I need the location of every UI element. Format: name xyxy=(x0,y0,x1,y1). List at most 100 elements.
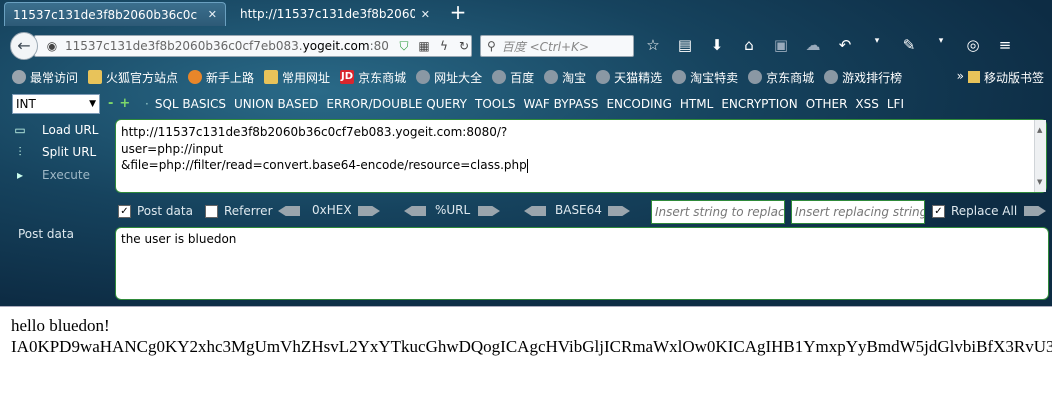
folder-icon xyxy=(967,71,980,83)
replace-arrow-icon[interactable] xyxy=(1024,206,1046,216)
menu-html[interactable]: HTML xyxy=(680,97,713,111)
type-select[interactable]: INT ▼ xyxy=(12,94,100,114)
close-icon[interactable]: ✕ xyxy=(208,8,217,21)
globe-icon xyxy=(492,70,507,84)
url-decode-arrow-icon[interactable] xyxy=(404,206,426,216)
tools-icon[interactable]: ✎ xyxy=(900,36,918,54)
close-icon[interactable]: ✕ xyxy=(421,8,430,21)
hex-label: 0xHEX xyxy=(312,203,352,217)
replace-all-checkbox[interactable]: ✓ Replace All xyxy=(932,204,1017,218)
page-content: hello bluedon! IA0KPD9waHANCg0KY2xhc3MgU… xyxy=(0,306,1052,410)
bookmark-item[interactable]: 京东商城 xyxy=(748,69,814,86)
addon-icon[interactable]: ◎ xyxy=(964,36,982,54)
shield-icon[interactable]: ⛉ xyxy=(397,39,411,53)
gear-icon xyxy=(12,70,26,84)
url-line: &file=php://filter/read=convert.base64-e… xyxy=(121,158,528,173)
new-tab-button[interactable]: + xyxy=(446,2,470,24)
tab-strip: 11537c131de3f8b2060b36c0c ✕ http://11537… xyxy=(0,0,1052,26)
url-line: user=php://input xyxy=(121,141,224,156)
hex-decode-arrow-icon[interactable] xyxy=(278,206,300,216)
menu-waf-bypass[interactable]: WAF BYPASS xyxy=(524,97,599,111)
bookmark-item[interactable]: 常用网址 xyxy=(264,69,330,86)
star-icon[interactable]: ☆ xyxy=(644,36,662,54)
bookmark-item[interactable]: JD 京东商城 xyxy=(340,69,406,86)
bookmark-item[interactable]: 天猫精选 xyxy=(596,69,662,86)
globe-icon xyxy=(596,70,611,84)
folder-icon xyxy=(88,70,103,84)
url-text[interactable]: 11537c131de3f8b2060b36c0cf7eb083.yogeit.… xyxy=(65,39,391,53)
base64-encode-arrow-icon[interactable] xyxy=(608,206,630,216)
globe-icon xyxy=(416,70,431,84)
menu-encoding[interactable]: ENCODING xyxy=(606,97,671,111)
bookmark-item[interactable]: 新手上路 xyxy=(188,69,254,86)
search-placeholder: 百度 <Ctrl+K> xyxy=(501,39,589,54)
split-icon: ⫶ xyxy=(18,145,22,159)
download-icon[interactable]: ⬇ xyxy=(708,36,726,54)
scroll-up-icon[interactable]: ▲ xyxy=(1037,122,1042,139)
menu-icon[interactable]: ≡ xyxy=(996,36,1014,54)
cloud-icon[interactable]: ☁ xyxy=(804,36,822,54)
bookmark-item[interactable]: 百度 xyxy=(492,69,534,86)
tab-active[interactable]: 11537c131de3f8b2060b36c0c ✕ xyxy=(4,2,226,26)
lightning-icon[interactable]: ϟ xyxy=(437,39,451,53)
bookmark-item[interactable]: 淘宝特卖 xyxy=(672,69,738,86)
base64-decode-arrow-icon[interactable] xyxy=(524,206,546,216)
output-base64: IA0KPD9waHANCg0KY2xhc3MgUmVhZHsvL2YxYTku… xyxy=(11,337,1052,356)
chevron-down-icon: ▼ xyxy=(89,99,96,109)
menu-lfi[interactable]: LFI xyxy=(887,97,904,111)
menu-union-based[interactable]: UNION BASED xyxy=(234,97,318,111)
post-data-textarea[interactable]: the user is bluedon xyxy=(115,227,1049,300)
bookmark-item[interactable]: 网址大全 xyxy=(416,69,482,86)
menu-other[interactable]: OTHER xyxy=(806,97,848,111)
execute-button[interactable]: ▸ Execute xyxy=(12,167,90,183)
globe-icon: ◉ xyxy=(46,39,58,53)
hex-encode-arrow-icon[interactable] xyxy=(358,206,380,216)
tab-inactive[interactable]: http://11537c131de3f8b2060l ✕ xyxy=(232,2,438,26)
url-encode-arrow-icon[interactable] xyxy=(478,206,500,216)
globe-icon xyxy=(672,70,687,84)
search-icon: ⚲ xyxy=(487,39,496,53)
folder-icon xyxy=(264,70,279,84)
play-icon: ▸ xyxy=(16,168,24,182)
qr-code-icon[interactable]: ▦ xyxy=(417,39,431,53)
dropdown-icon[interactable]: ▾ xyxy=(932,36,950,54)
url-textarea[interactable]: http://11537c131de3f8b2060b36c0cf7eb083.… xyxy=(115,119,1047,193)
increment-decrement-buttons[interactable]: -+ xyxy=(108,96,136,111)
chevron-right-icon[interactable]: » xyxy=(957,69,964,86)
bookmark-item[interactable]: 淘宝 xyxy=(544,69,586,86)
dropdown-icon[interactable]: ▾ xyxy=(868,36,886,54)
bookmark-item[interactable]: 游戏排行榜 xyxy=(824,69,902,86)
bookmark-item[interactable]: 最常访问 xyxy=(12,69,78,86)
post-data-checkbox[interactable]: ✓ Post data xyxy=(118,204,193,218)
replace-with-input[interactable]: Insert replacing string xyxy=(791,200,925,224)
load-url-button[interactable]: ▭ Load URL xyxy=(12,122,98,138)
menu-tools[interactable]: TOOLS xyxy=(475,97,516,111)
undo-icon[interactable]: ↶ xyxy=(836,36,854,54)
reload-icon[interactable]: ↻ xyxy=(457,39,471,53)
scroll-down-icon[interactable]: ▼ xyxy=(1037,174,1042,191)
hackbar-menu: INT ▼ -+ · SQL BASICS UNION BASED ERROR/… xyxy=(0,92,1052,118)
replace-search-input[interactable]: Insert string to replace xyxy=(651,200,785,224)
menu-encryption[interactable]: ENCRYPTION xyxy=(721,97,797,111)
menu-error-double-query[interactable]: ERROR/DOUBLE QUERY xyxy=(326,97,467,111)
globe-icon xyxy=(824,70,839,84)
scrollbar[interactable]: ▲ ▼ xyxy=(1034,120,1046,192)
referrer-checkbox[interactable]: Referrer xyxy=(205,204,273,218)
search-input[interactable]: ⚲ 百度 <Ctrl+K> xyxy=(480,35,634,57)
post-data-label: Post data xyxy=(18,227,74,241)
mobile-bookmarks-link[interactable]: 移动版书签 xyxy=(984,69,1044,86)
menu-sql-basics[interactable]: SQL BASICS xyxy=(155,97,226,111)
url-line: http://11537c131de3f8b2060b36c0cf7eb083.… xyxy=(121,125,508,139)
reading-list-icon[interactable]: ▤ xyxy=(676,36,694,54)
url-bar[interactable]: ◉ 11537c131de3f8b2060b36c0cf7eb083.yogei… xyxy=(34,35,472,57)
bookmarks-overflow: » 移动版书签 xyxy=(957,69,1044,86)
bookmark-item[interactable]: 火狐官方站点 xyxy=(88,69,178,86)
output-line: hello bluedon! xyxy=(11,316,110,335)
base64-label: BASE64 xyxy=(555,203,602,217)
menu-xss[interactable]: XSS xyxy=(855,97,878,111)
extension-icon[interactable]: ▣ xyxy=(772,36,790,54)
split-url-button[interactable]: ⫶ Split URL xyxy=(12,144,96,160)
home-icon[interactable]: ⌂ xyxy=(740,36,758,54)
back-button[interactable]: ← xyxy=(10,32,38,60)
bookmarks-bar: 最常访问 火狐官方站点 新手上路 常用网址 JD 京东商城 网址大全 百度 淘宝 … xyxy=(0,66,1052,88)
